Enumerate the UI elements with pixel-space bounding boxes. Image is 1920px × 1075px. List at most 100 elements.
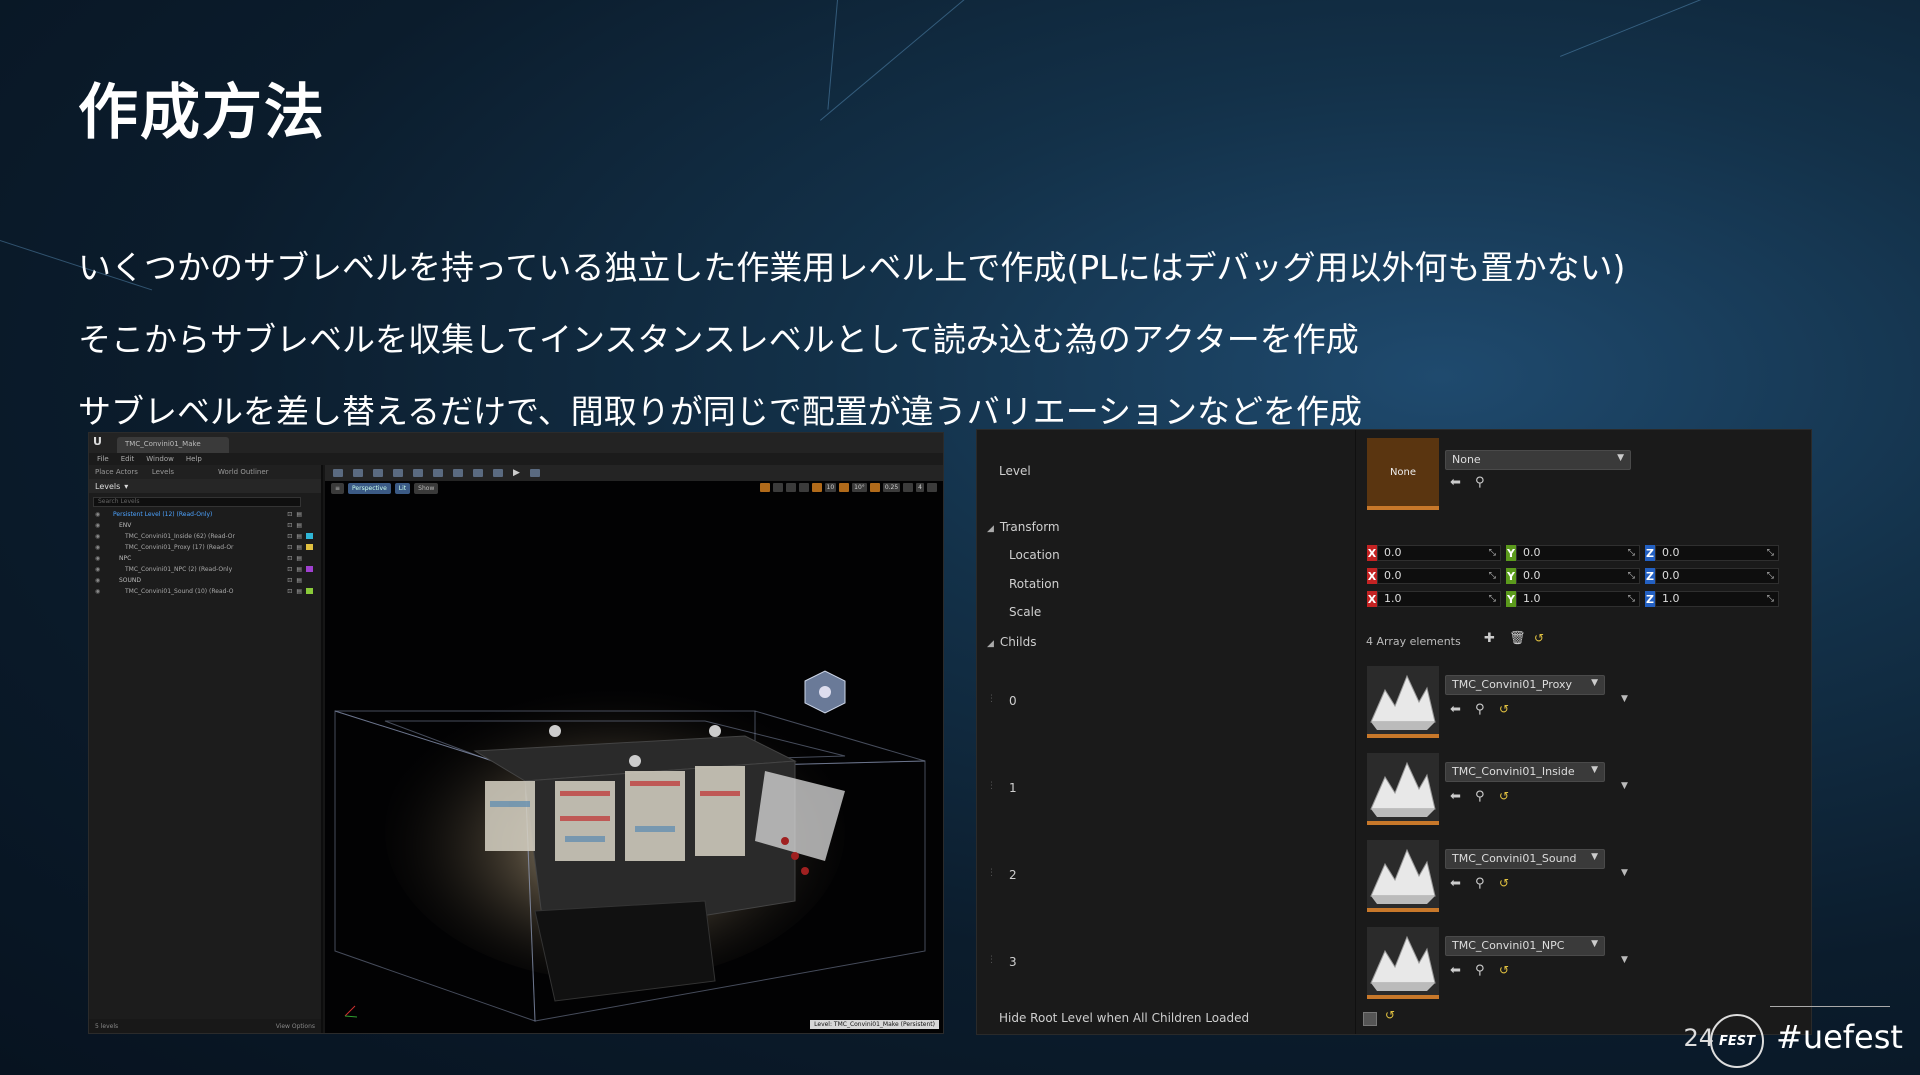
save-level-icon[interactable]: ▤ [296,588,302,595]
scale-snap-value[interactable]: 0.25 [882,483,901,492]
drag-handle-icon[interactable]: ⤡ [1489,569,1496,583]
child-level-combo[interactable]: TMC_Convini01_Proxy ▼ [1445,675,1605,695]
reset-arrow-icon[interactable]: ↺ [1385,1008,1395,1022]
level-row[interactable]: ◉ NPC ⊡ ▤ [89,553,321,564]
level-color-swatch[interactable] [306,566,313,572]
rotate-tool-icon[interactable] [772,483,783,492]
browse-search-icon[interactable]: ⚲ [1475,876,1485,891]
level-color-swatch[interactable] [306,544,313,550]
reset-arrow-icon[interactable]: ↺ [1534,631,1544,645]
scale-z-value[interactable]: 1.0 ⤡ [1655,591,1779,607]
drag-handle-icon[interactable]: ⤡ [1767,592,1774,606]
scale-x-field[interactable]: X 1.0 ⤡ [1367,591,1501,607]
blueprints-icon[interactable] [453,469,463,477]
child-level-combo[interactable]: TMC_Convini01_Sound ▼ [1445,849,1605,869]
eye-icon[interactable]: ◉ [95,555,103,562]
eye-icon[interactable]: ◉ [95,533,103,540]
menu-window[interactable]: Window [146,455,174,463]
level-asset-thumbnail[interactable] [1367,927,1439,999]
level-color-swatch[interactable] [306,522,313,528]
level-row[interactable]: ◉ TMC_Convini01_Sound (10) (Read-O ⊡ ▤ [89,586,321,597]
use-selected-arrow-icon[interactable]: ⬅ [1450,702,1461,717]
lock-icon[interactable]: ⊡ [287,555,292,562]
rotation-x-value[interactable]: 0.0 ⤡ [1377,568,1501,584]
grid-snap-icon[interactable] [811,483,822,492]
scale-x-value[interactable]: 1.0 ⤡ [1377,591,1501,607]
save-level-icon[interactable]: ▤ [296,555,302,562]
scale-y-field[interactable]: Y 1.0 ⤡ [1506,591,1640,607]
eye-icon[interactable]: ◉ [95,522,103,529]
browse-search-icon[interactable]: ⚲ [1475,702,1485,717]
hide-root-checkbox[interactable] [1363,1012,1377,1026]
level-row[interactable]: ◉ TMC_Convini01_NPC (2) (Read-Only ⊡ ▤ [89,564,321,575]
save-level-icon[interactable]: ▤ [296,522,302,529]
levels-search-input[interactable]: Search Levels [93,497,301,507]
eye-icon[interactable]: ◉ [95,566,103,573]
maximize-icon[interactable] [927,483,937,492]
marketplace-icon[interactable] [413,469,423,477]
rotation-y-field[interactable]: Y 0.0 ⤡ [1506,568,1640,584]
tab-place-actors[interactable]: Place Actors [95,468,138,476]
reset-arrow-icon[interactable]: ↺ [1499,876,1509,890]
drag-handle-icon[interactable]: ⤡ [1628,569,1635,583]
transform-section[interactable]: ◢ Transform [987,520,1060,534]
location-x-field[interactable]: X 0.0 ⤡ [1367,545,1501,561]
editor-tab[interactable]: TMC_Convini01_Make [117,437,229,453]
rotation-y-value[interactable]: 0.0 ⤡ [1516,568,1640,584]
level-asset-thumbnail[interactable] [1367,753,1439,825]
save-level-icon[interactable]: ▤ [296,566,302,573]
level-color-swatch[interactable] [306,511,313,517]
lock-icon[interactable]: ⊡ [287,522,292,529]
save-icon[interactable] [333,469,343,477]
move-tool-icon[interactable] [759,483,770,492]
use-selected-arrow-icon[interactable]: ⬅ [1450,876,1461,891]
perspective-button[interactable]: Perspective [348,482,391,494]
drag-grip-icon[interactable]: ⋮ [987,781,996,791]
eye-icon[interactable]: ◉ [95,511,103,518]
save-level-icon[interactable]: ▤ [296,511,302,518]
use-selected-arrow-icon[interactable]: ⬅ [1450,475,1461,490]
level-asset-combo[interactable]: None ▼ [1445,450,1631,470]
view-options-button[interactable]: View Options [276,1023,315,1030]
levels-header[interactable]: Levels ▾ [89,479,321,493]
reset-arrow-icon[interactable]: ↺ [1499,963,1509,977]
world-icon[interactable] [798,483,809,492]
build-icon[interactable] [493,469,503,477]
play-icon[interactable]: ▶ [513,468,520,478]
level-asset-thumbnail[interactable] [1367,840,1439,912]
child-level-combo[interactable]: TMC_Convini01_NPC ▼ [1445,936,1605,956]
show-button[interactable]: Show [414,482,439,494]
level-row[interactable]: ◉ SOUND ⊡ ▤ [89,575,321,586]
location-z-value[interactable]: 0.0 ⤡ [1655,545,1779,561]
lock-icon[interactable]: ⊡ [287,533,292,540]
scale-snap-icon[interactable] [869,483,880,492]
camera-speed-value[interactable]: 4 [916,483,924,492]
cinematics-icon[interactable] [473,469,483,477]
lock-icon[interactable]: ⊡ [287,566,292,573]
menu-help[interactable]: Help [186,455,202,463]
browse-search-icon[interactable]: ⚲ [1475,475,1485,490]
grid-snap-value[interactable]: 10 [824,483,837,492]
reset-arrow-icon[interactable]: ↺ [1499,789,1509,803]
lock-icon[interactable]: ⊡ [287,544,292,551]
scale-z-field[interactable]: Z 1.0 ⤡ [1645,591,1779,607]
add-element-icon[interactable]: ✚ [1484,631,1495,646]
eye-icon[interactable]: ◉ [95,544,103,551]
rotation-snap-icon[interactable] [839,483,850,492]
tab-world-outliner[interactable]: World Outliner [218,468,269,476]
level-color-swatch[interactable] [306,577,313,583]
element-options-icon[interactable]: ▼ [1621,781,1628,791]
location-y-field[interactable]: Y 0.0 ⤡ [1506,545,1640,561]
eye-icon[interactable]: ◉ [95,577,103,584]
lit-button[interactable]: Lit [394,482,411,494]
element-options-icon[interactable]: ▼ [1621,694,1628,704]
childs-section[interactable]: ◢ Childs [987,635,1036,649]
reset-arrow-icon[interactable]: ↺ [1499,702,1509,716]
element-options-icon[interactable]: ▼ [1621,955,1628,965]
use-selected-arrow-icon[interactable]: ⬅ [1450,789,1461,804]
level-color-swatch[interactable] [306,555,313,561]
menu-edit[interactable]: Edit [121,455,135,463]
level-color-swatch[interactable] [306,533,313,539]
level-row[interactable]: ◉ TMC_Convini01_Inside (62) (Read-Or ⊡ ▤ [89,531,321,542]
eye-icon[interactable]: ◉ [95,588,103,595]
